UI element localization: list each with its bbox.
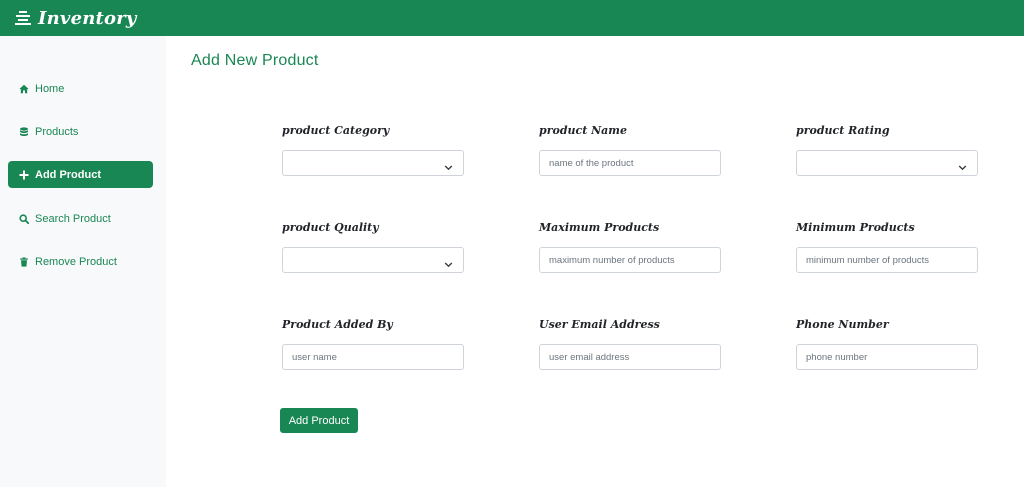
app-title[interactable]: Inventory: [38, 8, 137, 29]
phone-number-field: [796, 344, 978, 370]
maximum-products-input[interactable]: [540, 248, 720, 272]
sidebar-item-label: Products: [35, 125, 79, 138]
database-icon: [19, 126, 29, 137]
chevron-down-icon: [958, 159, 967, 171]
sidebar-item-label: Remove Product: [35, 255, 117, 268]
sidebar-item-home[interactable]: Home: [8, 75, 153, 102]
chevron-down-icon: [444, 256, 453, 268]
chevron-down-icon: [444, 159, 453, 171]
top-navbar: Inventory: [0, 0, 1024, 36]
maximum-products-field: [539, 247, 721, 273]
product-added-by-field: [282, 344, 464, 370]
page-title: Add New Product: [191, 52, 319, 69]
product-name-input[interactable]: [540, 151, 720, 175]
product-name-field: [539, 150, 721, 176]
add-product-button[interactable]: Add Product: [280, 408, 358, 433]
maximum-products-label: Maximum Products: [539, 221, 660, 234]
product-quality-select[interactable]: [282, 247, 464, 273]
phone-number-input[interactable]: [797, 345, 977, 369]
sidebar-item-add-product[interactable]: Add Product: [8, 161, 153, 188]
plus-icon: [19, 170, 29, 180]
product-name-label: product Name: [539, 124, 627, 137]
sidebar-item-products[interactable]: Products: [8, 118, 153, 145]
product-category-select[interactable]: [282, 150, 464, 176]
phone-number-label: Phone Number: [796, 318, 889, 331]
sidebar: Home Products Add Product Search Product: [0, 36, 166, 487]
sidebar-item-search-product[interactable]: Search Product: [8, 205, 153, 232]
sidebar-item-label: Add Product: [35, 168, 101, 181]
minimum-products-label: Minimum Products: [796, 221, 915, 234]
user-email-field: [539, 344, 721, 370]
product-rating-label: product Rating: [796, 124, 890, 137]
product-quality-label: product Quality: [282, 221, 379, 234]
sidebar-item-label: Search Product: [35, 212, 111, 225]
product-added-by-label: Product Added By: [282, 318, 393, 331]
sidebar-item-remove-product[interactable]: Remove Product: [8, 248, 153, 275]
user-email-input[interactable]: [540, 345, 720, 369]
minimum-products-field: [796, 247, 978, 273]
user-name-input[interactable]: [283, 345, 463, 369]
trash-icon: [19, 256, 29, 267]
sidebar-item-label: Home: [35, 82, 65, 95]
product-category-label: product Category: [282, 124, 390, 137]
product-rating-select[interactable]: [796, 150, 978, 176]
home-icon: [19, 84, 29, 94]
minimum-products-input[interactable]: [797, 248, 977, 272]
search-icon: [19, 213, 29, 224]
stack-icon: [14, 10, 32, 26]
user-email-label: User Email Address: [539, 318, 660, 331]
